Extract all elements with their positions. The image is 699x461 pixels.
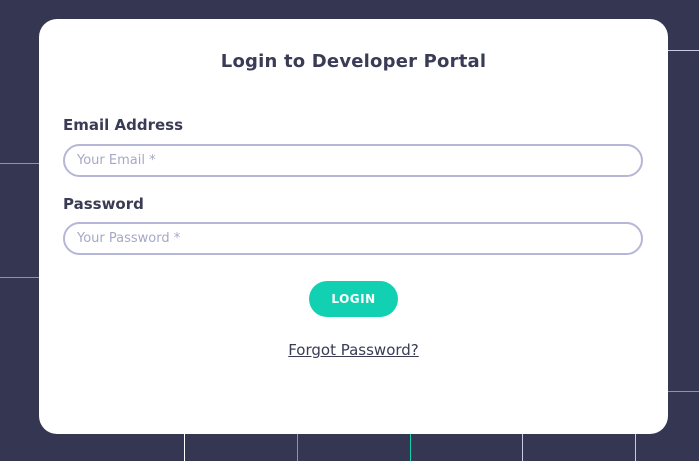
background-line [668, 391, 699, 392]
email-label: Email Address [63, 116, 184, 134]
password-label: Password [63, 195, 144, 213]
background-line [410, 434, 411, 461]
forgot-password-link[interactable]: Forgot Password? [39, 343, 668, 358]
background-line [0, 277, 39, 278]
background-line [668, 50, 699, 51]
login-card: Login to Developer Portal Email Address … [39, 19, 668, 434]
background-line [522, 434, 523, 461]
password-field[interactable] [63, 222, 643, 255]
background-line [635, 434, 636, 461]
login-button[interactable]: LOGIN [309, 281, 398, 317]
background-line [297, 434, 298, 461]
login-title: Login to Developer Portal [220, 51, 487, 72]
email-field[interactable] [63, 144, 643, 177]
background-line [184, 434, 185, 461]
background-line [0, 163, 39, 164]
